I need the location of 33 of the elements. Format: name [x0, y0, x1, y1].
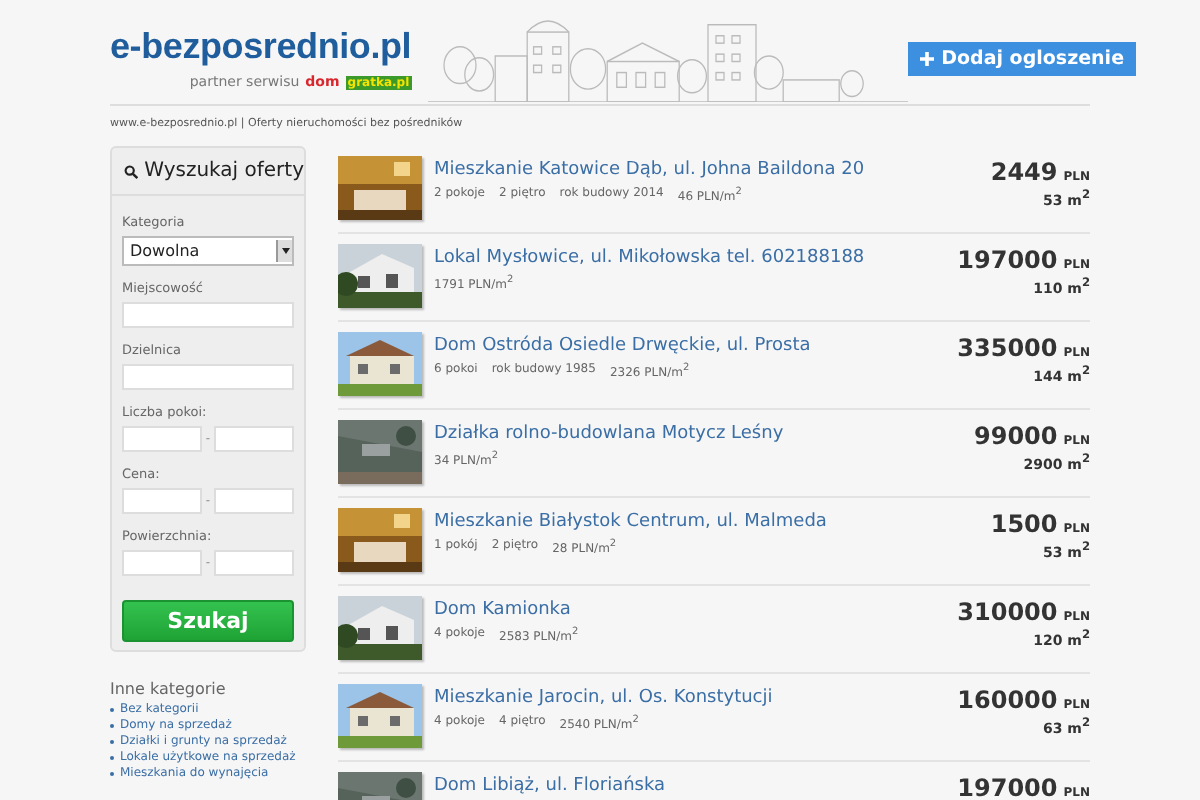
listing-title[interactable]: Dom Kamionka [434, 600, 958, 620]
dropdown-arrow-icon [281, 248, 289, 254]
listing-title[interactable]: Dom Ostróda Osiedle Drwęckie, ul. Prosta [434, 336, 958, 356]
category-select[interactable]: Dowolna [122, 236, 294, 266]
other-categories-title: Inne kategorie [110, 680, 228, 698]
search-icon [124, 163, 139, 179]
search-button[interactable]: Szukaj [122, 600, 294, 642]
range-to-field[interactable] [213, 426, 294, 452]
listing-title[interactable]: Mieszkanie Jarocin, ul. Os. Konstytucji [434, 688, 958, 708]
listing-price: 2449 [990, 158, 1058, 186]
input-field[interactable] [122, 302, 294, 328]
range-from-field[interactable] [122, 426, 202, 452]
range-from-field[interactable] [122, 550, 202, 576]
range-to-field[interactable] [213, 488, 294, 514]
input-field[interactable] [122, 364, 294, 390]
listing-title[interactable]: Działka rolno-budowlana Motycz Leśny [434, 424, 974, 444]
range-from-field[interactable] [122, 488, 202, 514]
listing-price: 197000 [957, 774, 1058, 800]
search-title: Wyszukaj oferty [144, 160, 304, 182]
listing-price: 160000 [957, 686, 1058, 714]
listing-title[interactable]: Lokal Mysłowice, ul. Mikołowska tel. 602188188 [434, 248, 958, 268]
listing-price: 335000 [957, 334, 1058, 362]
listing-title[interactable]: Dom Libiąż, ul. Floriańska [434, 776, 958, 796]
listing-title[interactable]: Mieszkanie Katowice Dąb, ul. Johna Baildona 20 [434, 160, 991, 180]
listing-price: 310000 [957, 598, 1058, 626]
listing-price: 197000 [957, 246, 1058, 274]
add-listing-button[interactable]: Dodaj ogloszenie [907, 42, 1137, 76]
listing-price: 1500 [990, 510, 1058, 538]
site-logo[interactable]: e-bezposrednio.pl [110, 26, 412, 68]
plus-icon [919, 52, 934, 66]
range-to-field[interactable] [213, 550, 294, 576]
listing-title[interactable]: Mieszkanie Białystok Centrum, ul. Malmeda [434, 512, 991, 532]
listing-price: 99000 [974, 422, 1058, 450]
